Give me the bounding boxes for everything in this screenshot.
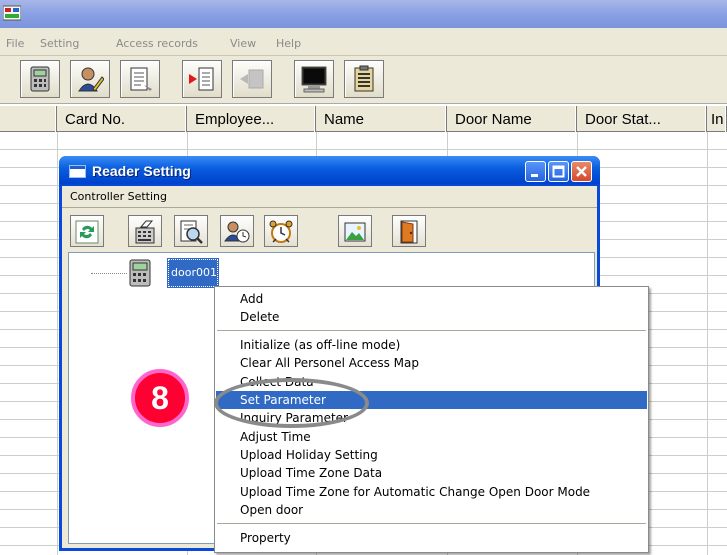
reader-setting-title: Reader Setting (92, 163, 191, 179)
user-time-button[interactable] (220, 215, 254, 247)
search-document-icon (180, 220, 203, 244)
close-button[interactable] (571, 161, 592, 182)
menu-controller-setting[interactable]: Controller Setting (70, 190, 167, 203)
tree-item-door001[interactable]: door001 (167, 258, 219, 288)
user-edit-icon (78, 67, 104, 92)
menu-setting[interactable]: Setting (40, 37, 79, 50)
highlight-ring (214, 378, 369, 428)
monitor-button[interactable] (294, 60, 334, 98)
door-disabled-icon (240, 69, 264, 89)
alarm-clock-button[interactable] (264, 215, 298, 247)
app-icon (2, 5, 22, 21)
step-number-badge: 8 (131, 369, 189, 427)
controller-icon (30, 66, 50, 92)
controller-node-icon (127, 258, 153, 291)
menu-separator (217, 330, 646, 331)
reader-setting-titlebar[interactable]: Reader Setting (59, 156, 600, 186)
document-button[interactable] (120, 60, 160, 98)
main-toolbar (0, 56, 727, 104)
record-button[interactable] (182, 60, 222, 98)
menu-item-upload-time-zone[interactable]: Upload Time Zone Data (216, 464, 647, 482)
column-header-name[interactable]: Name (316, 106, 447, 133)
menu-help[interactable]: Help (276, 37, 301, 50)
column-header-rowhead (0, 106, 57, 133)
reader-setting-menubar: Controller Setting (62, 186, 597, 208)
door-disabled-button[interactable] (232, 60, 272, 98)
menu-item-adjust-time[interactable]: Adjust Time (216, 428, 647, 446)
clipboard-icon (354, 65, 374, 92)
close-icon (576, 166, 587, 177)
menu-item-clear-access-map[interactable]: Clear All Personel Access Map (216, 354, 647, 372)
refresh-icon (75, 220, 99, 244)
record-arrow-icon (189, 67, 214, 91)
column-header-in[interactable]: In (707, 106, 727, 133)
column-header-employee[interactable]: Employee... (187, 106, 316, 133)
document-icon (130, 67, 152, 91)
column-header-door-name[interactable]: Door Name (447, 106, 577, 133)
menu-item-upload-holiday[interactable]: Upload Holiday Setting (216, 446, 647, 464)
user-edit-button[interactable] (70, 60, 110, 98)
open-door-button[interactable] (392, 215, 426, 247)
menu-file[interactable]: File (6, 37, 24, 50)
monitor-icon (301, 66, 327, 93)
grid-header: Card No. Employee... Name Door Name Door… (0, 105, 727, 133)
controller-button[interactable] (20, 60, 60, 98)
menu-item-delete[interactable]: Delete (216, 308, 647, 326)
picture-icon (344, 222, 366, 242)
column-header-door-status[interactable]: Door Stat... (577, 106, 707, 133)
menu-item-upload-time-zone-auto[interactable]: Upload Time Zone for Automatic Change Op… (216, 483, 647, 501)
clipboard-button[interactable] (344, 60, 384, 98)
column-header-card-no[interactable]: Card No. (57, 106, 187, 133)
menu-access-records[interactable]: Access records (116, 37, 198, 50)
refresh-button[interactable] (70, 215, 104, 247)
menu-item-open-door[interactable]: Open door (216, 501, 647, 519)
minimize-button[interactable] (525, 161, 546, 182)
door-icon (400, 220, 418, 244)
window-icon (69, 165, 86, 178)
maximize-icon (552, 165, 565, 178)
maximize-button[interactable] (548, 161, 569, 182)
reader-setting-toolbar (62, 209, 597, 251)
app-titlebar (0, 0, 727, 28)
user-time-icon (224, 221, 250, 243)
menu-view[interactable]: View (230, 37, 256, 50)
menu-separator (217, 523, 646, 524)
tree-connector (91, 273, 127, 274)
controller-config-button[interactable] (128, 215, 162, 247)
alarm-clock-icon (269, 220, 293, 243)
menu-item-initialize[interactable]: Initialize (as off-line mode) (216, 336, 647, 354)
menu-item-add[interactable]: Add (216, 290, 647, 308)
minimize-icon (531, 174, 538, 177)
controller-config-icon (135, 220, 155, 244)
menubar: File Setting Access records View Help (0, 28, 727, 56)
search-document-button[interactable] (174, 215, 208, 247)
picture-button[interactable] (338, 215, 372, 247)
menu-item-property[interactable]: Property (216, 529, 647, 547)
